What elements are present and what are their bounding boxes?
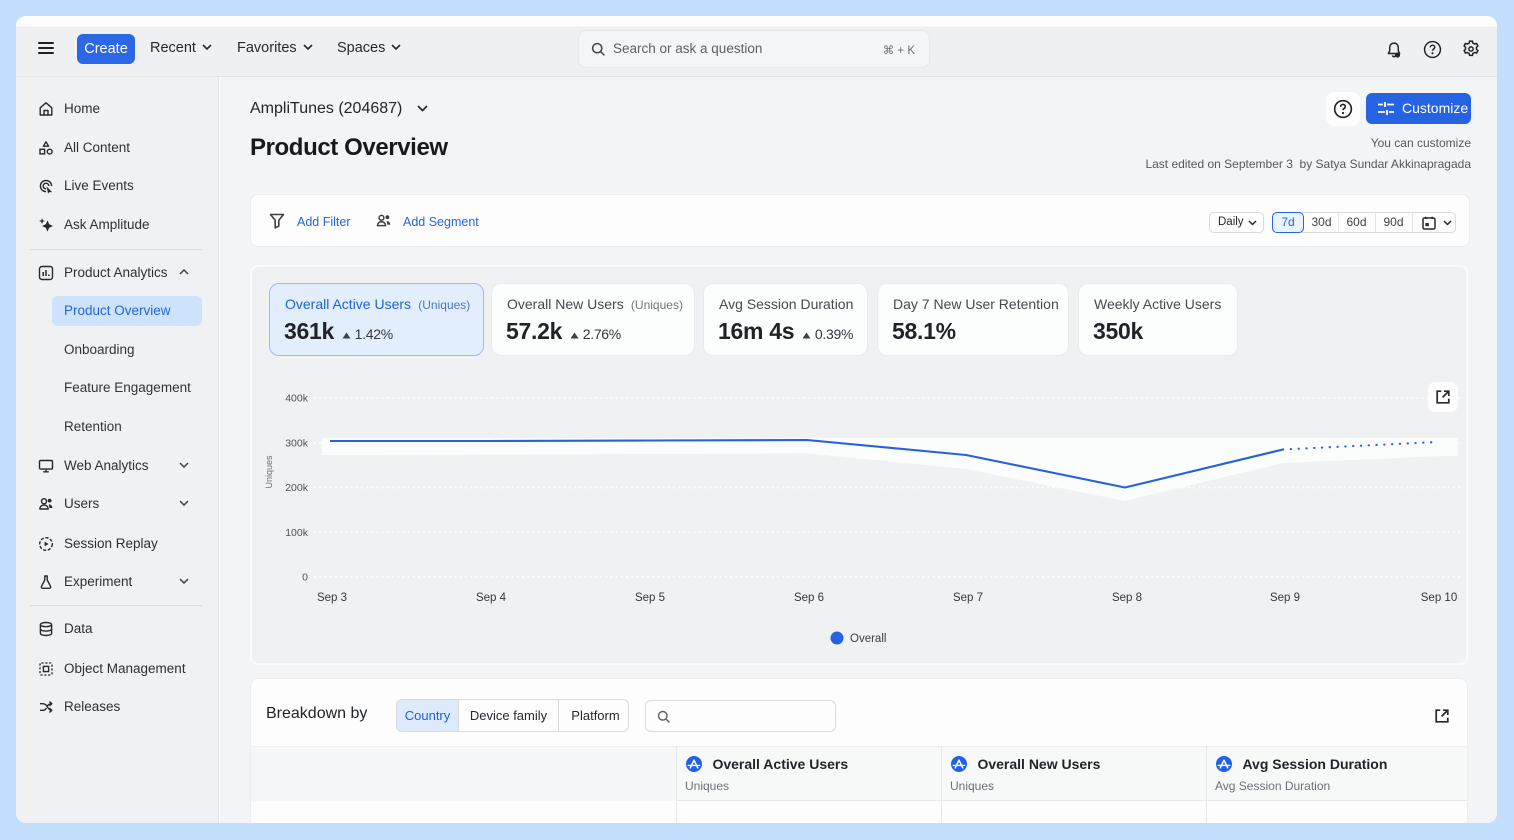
svg-text:200k: 200k xyxy=(285,482,309,494)
svg-text:100k: 100k xyxy=(285,527,309,539)
svg-text:Sep 6: Sep 6 xyxy=(794,592,824,604)
svg-text:Sep 9: Sep 9 xyxy=(1270,592,1300,604)
svg-text:Sep 10: Sep 10 xyxy=(1421,592,1457,604)
svg-text:Sep 4: Sep 4 xyxy=(476,592,507,604)
svg-text:Sep 5: Sep 5 xyxy=(635,592,665,604)
svg-text:300k: 300k xyxy=(285,437,309,449)
svg-text:Sep 7: Sep 7 xyxy=(953,592,983,604)
svg-text:Uniques: Uniques xyxy=(264,455,274,489)
svg-text:Sep 3: Sep 3 xyxy=(317,592,347,604)
svg-text:Overall: Overall xyxy=(850,633,886,645)
svg-text:Sep 8: Sep 8 xyxy=(1112,592,1142,604)
svg-text:0: 0 xyxy=(302,572,308,584)
svg-text:400k: 400k xyxy=(285,393,309,405)
